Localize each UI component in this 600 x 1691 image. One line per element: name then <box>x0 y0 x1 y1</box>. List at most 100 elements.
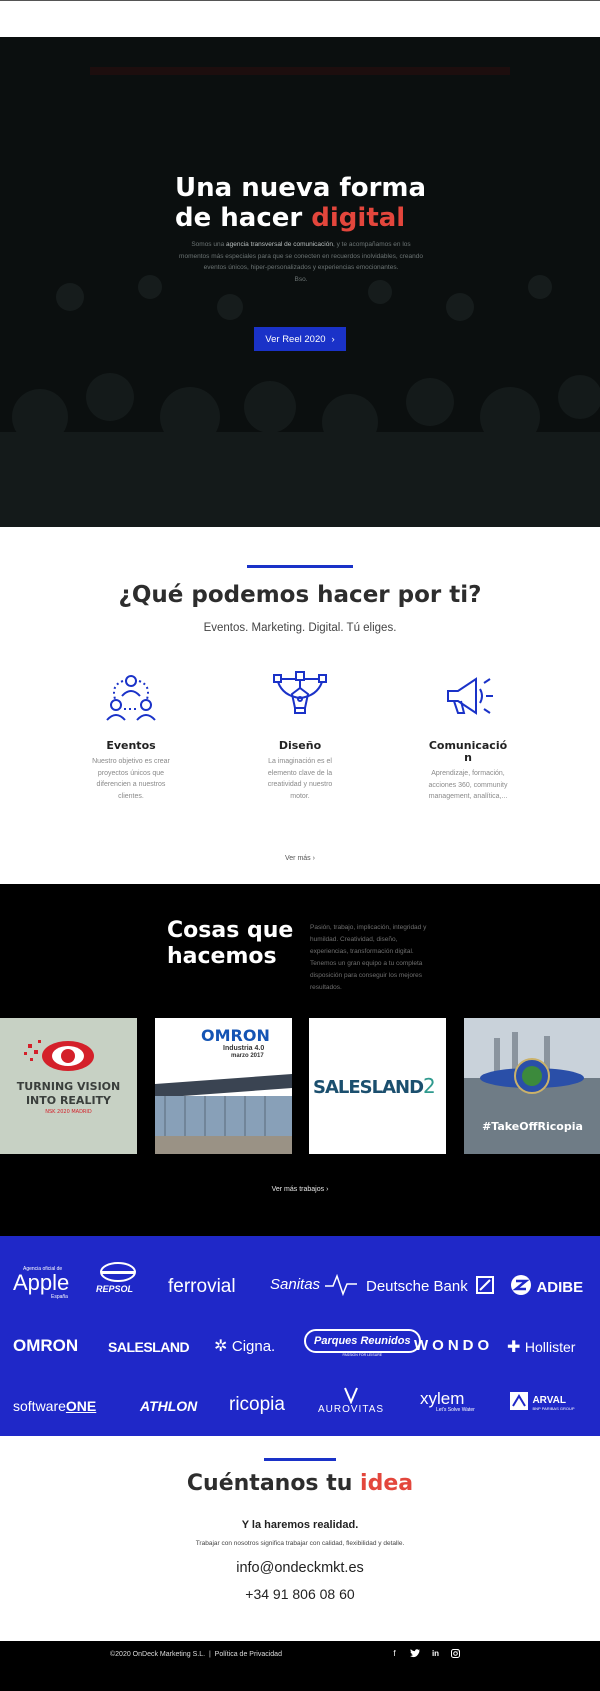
megaphone-icon <box>447 677 493 715</box>
client-logo-wondo: WONDO <box>414 1337 494 1354</box>
deutsche-bank-mark-icon <box>476 1276 495 1294</box>
heartbeat-icon <box>324 1273 357 1297</box>
facebook-icon[interactable]: f <box>390 1649 399 1658</box>
contact-title: Cuéntanos tu idea <box>0 1471 600 1496</box>
client-logo-name: Hollister <box>524 1339 576 1355</box>
client-logo-cigna: ✲ Cigna. <box>214 1336 275 1356</box>
service-diseno[interactable]: Diseño La imaginación es el elemento cla… <box>260 669 340 802</box>
contact-email-link[interactable]: info@ondeckmkt.es <box>0 1560 600 1576</box>
works-title-line1: Cosas que <box>167 918 294 943</box>
client-logo-salesland: SALESLAND <box>108 1339 190 1355</box>
client-logo-name: Deutsche Bank <box>366 1278 468 1295</box>
work-tile-nsk[interactable]: TURNING VISION INTO REALITY NSK 2020 MAD… <box>0 1018 137 1154</box>
chevron-right-icon: › <box>312 855 315 862</box>
twitter-icon[interactable] <box>410 1649 420 1658</box>
client-logo-deutsche-bank: Deutsche Bank <box>366 1276 495 1296</box>
footer-copyright-line: ©2020 OnDeck Marketing S.L. | Política d… <box>110 1651 282 1658</box>
service-title: Diseño <box>278 739 322 752</box>
client-logo-name: Cigna. <box>231 1338 276 1355</box>
tile-hashtag: #TakeOffRicopia <box>482 1120 583 1133</box>
hero-intro: Somos una agencia transversal de comunic… <box>178 239 424 285</box>
works-more-link[interactable]: Ver más trabajos › <box>0 1186 600 1193</box>
aurovitas-mark-icon <box>344 1387 358 1404</box>
reel-button[interactable]: Ver Reel 2020 › <box>254 327 346 351</box>
client-logo-apple: Agencia oficial de Apple España <box>13 1266 69 1300</box>
client-logo-sub: PASSION FOR LEISURE <box>342 1353 383 1357</box>
client-logo-softwareone: softwareONE <box>13 1398 96 1416</box>
social-links: f in <box>390 1649 460 1658</box>
contact-small-text: Trabajar con nosotros significa trabajar… <box>195 1540 405 1547</box>
client-logo-name: Apple <box>13 1270 70 1295</box>
works-section: Cosas que hacemos Pasión, trabajo, impli… <box>0 884 600 1236</box>
services-more-link[interactable]: Ver más › <box>0 855 600 862</box>
hero-title-line2: de hacer <box>175 203 312 233</box>
hero-title: Una nueva forma de hacer digital <box>175 173 455 233</box>
tile-brand: SALESLAND <box>313 1077 424 1098</box>
hero-intro-tail: Bso. <box>294 275 308 283</box>
client-logo-xylem: xylem Let's Solve Water <box>420 1390 475 1413</box>
service-comunicacion[interactable]: Comunicació n Aprendizaje, formación, ac… <box>428 669 508 803</box>
hero-intro-highlight: agencia transversal de comunicación <box>226 241 333 248</box>
client-logo-sub: España <box>51 1294 68 1300</box>
footer-copyright: ©2020 OnDeck Marketing S.L. <box>110 1651 206 1658</box>
tile-line1: TURNING VISION <box>16 1080 121 1093</box>
section-divider <box>247 565 353 568</box>
client-logo-name: REPSOL <box>96 1284 134 1294</box>
client-logo-suffix: ONE <box>65 1398 97 1414</box>
contact-title-prefix: Cuéntanos tu <box>186 1471 361 1496</box>
hero-title-accent: digital <box>311 203 406 233</box>
client-logo-name: ARVAL <box>532 1395 566 1407</box>
services-section: ¿Qué podemos hacer por ti? Eventos. Mark… <box>0 527 600 884</box>
tile-line2: INTO REALITY <box>25 1094 112 1107</box>
client-logo-sanitas: Sanitas <box>270 1273 357 1297</box>
pen-tool-icon <box>273 671 327 714</box>
work-tile-omron[interactable]: OMRON Industria 4.0 marzo 2017 <box>155 1018 292 1154</box>
services-title: ¿Qué podemos hacer por ti? <box>118 582 482 608</box>
section-divider <box>264 1458 336 1461</box>
service-text: La imaginación es el elemento clave de l… <box>267 758 333 800</box>
work-tile-salesland[interactable]: SALESLAND2 <box>309 1018 446 1154</box>
hollister-cross-icon: ✚ <box>507 1339 521 1356</box>
chevron-right-icon: › <box>326 1186 329 1193</box>
arval-mark-icon <box>510 1392 528 1410</box>
hero-title-line1: Una nueva forma <box>175 173 427 203</box>
client-logo-sub: BNP PARIBAS GROUP <box>532 1406 575 1412</box>
chevron-right-icon: › <box>331 333 335 345</box>
linkedin-icon[interactable]: in <box>431 1649 440 1658</box>
work-tile-ricopia[interactable]: #TakeOffRicopia <box>464 1018 600 1154</box>
contact-tagline: Y la haremos realidad. <box>241 1519 359 1531</box>
works-title: Cosas que hacemos <box>167 918 297 970</box>
contact-section: Cuéntanos tu idea Y la haremos realidad.… <box>0 1436 600 1641</box>
service-eventos[interactable]: Eventos Nuestro objetivo es crear proyec… <box>91 669 171 802</box>
client-logo-name: xylem <box>420 1389 465 1408</box>
client-logo-sub: Let's Solve Water <box>436 1407 475 1413</box>
client-logo-name: Sanitas <box>270 1276 321 1294</box>
client-logo-hollister: ✚ Hollister <box>507 1337 575 1357</box>
client-logo-arval: ARVAL BNP PARIBAS GROUP <box>510 1392 575 1413</box>
repsol-emblem-icon <box>100 1262 136 1282</box>
footer: ©2020 OnDeck Marketing S.L. | Política d… <box>0 1641 600 1691</box>
hero-intro-before: Somos una <box>191 241 227 248</box>
services-subtitle: Eventos. Marketing. Digital. Tú eliges. <box>203 622 397 634</box>
client-logo-aurovitas: AUROVITAS <box>318 1384 384 1415</box>
reel-button-label: Ver Reel 2020 <box>265 333 326 345</box>
works-description: Pasión, trabajo, implicación, integridad… <box>310 924 427 991</box>
services-more-label: Ver más <box>285 855 311 862</box>
client-logo-name: software <box>13 1398 66 1414</box>
service-title: Comunicació n <box>428 739 508 764</box>
client-logo-ricopia: ricopia <box>229 1394 285 1415</box>
top-bar <box>0 0 600 37</box>
hero-section: Una nueva forma de hacer digital Somos u… <box>0 37 600 527</box>
tree-icon: ✲ <box>214 1338 228 1355</box>
client-logo-name: ADIBE <box>536 1279 584 1296</box>
contact-phone-link[interactable]: +34 91 806 08 60 <box>0 1586 600 1602</box>
client-logo-parques-reunidos: Parques Reunidos PASSION FOR LEISURE <box>304 1329 421 1357</box>
people-network-icon <box>106 675 156 721</box>
service-text: Nuestro objetivo es crear proyectos únic… <box>92 758 170 800</box>
client-logo-athlon: ATHLON <box>140 1398 198 1414</box>
instagram-icon[interactable] <box>451 1649 460 1658</box>
privacy-link[interactable]: Política de Privacidad <box>215 1651 282 1658</box>
footer-separator: | <box>208 1651 211 1658</box>
tile-suffix: 2 <box>423 1074 436 1098</box>
building-photo <box>155 1074 292 1154</box>
